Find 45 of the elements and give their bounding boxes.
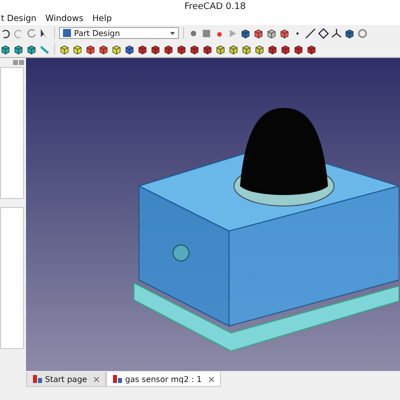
- cube-icon[interactable]: [13, 44, 24, 54]
- menu-item[interactable]: Windows: [44, 14, 84, 24]
- app-logo-icon: [113, 375, 122, 383]
- cube-icon[interactable]: [0, 44, 11, 54]
- document-tab[interactable]: Start page: [26, 372, 106, 387]
- cube-icon[interactable]: [137, 44, 148, 54]
- cube-icon[interactable]: [253, 28, 264, 38]
- cube-icon[interactable]: [267, 44, 278, 54]
- cube-icon[interactable]: [59, 44, 70, 54]
- axes-icon[interactable]: [331, 28, 342, 38]
- cube-icon[interactable]: [163, 44, 174, 54]
- menu-item[interactable]: t Design: [0, 14, 38, 24]
- cube-icon[interactable]: [279, 28, 290, 38]
- caret-icon: [170, 32, 175, 34]
- app-logo-icon: [33, 375, 42, 383]
- cube-icon[interactable]: [85, 44, 96, 54]
- cube-icon[interactable]: [228, 44, 239, 54]
- cube-icon[interactable]: [215, 44, 226, 54]
- window-title: FreeCAD 0.18: [184, 2, 246, 12]
- cube-icon[interactable]: [266, 28, 277, 38]
- cube-icon[interactable]: [124, 44, 135, 54]
- cube-icon[interactable]: [241, 44, 252, 54]
- 3d-view[interactable]: [26, 58, 400, 371]
- menu-item[interactable]: Help: [91, 14, 113, 24]
- workbench-dropdown[interactable]: Part Design: [59, 27, 179, 39]
- document-tab[interactable]: gas sensor mq2 : 1: [106, 372, 221, 387]
- workbench-icon: [63, 29, 71, 37]
- cube-icon[interactable]: [98, 44, 109, 54]
- cube-icon[interactable]: [111, 44, 122, 54]
- cube-icon[interactable]: [189, 44, 200, 54]
- cube-icon[interactable]: [344, 28, 355, 38]
- line-icon[interactable]: [305, 28, 316, 38]
- cube-icon[interactable]: [240, 28, 251, 38]
- cube-icon[interactable]: [26, 44, 37, 54]
- cube-icon[interactable]: [254, 44, 265, 54]
- undo-icon[interactable]: [0, 28, 11, 38]
- cube-icon[interactable]: [280, 44, 291, 54]
- cube-icon[interactable]: [72, 44, 83, 54]
- diamond-icon[interactable]: [318, 28, 329, 38]
- cube-icon[interactable]: [293, 44, 304, 54]
- stop-icon[interactable]: [201, 28, 212, 38]
- cube-icon[interactable]: [150, 44, 161, 54]
- cube-icon[interactable]: [176, 44, 187, 54]
- cube-icon[interactable]: [306, 44, 317, 54]
- cube-icon[interactable]: [202, 44, 213, 54]
